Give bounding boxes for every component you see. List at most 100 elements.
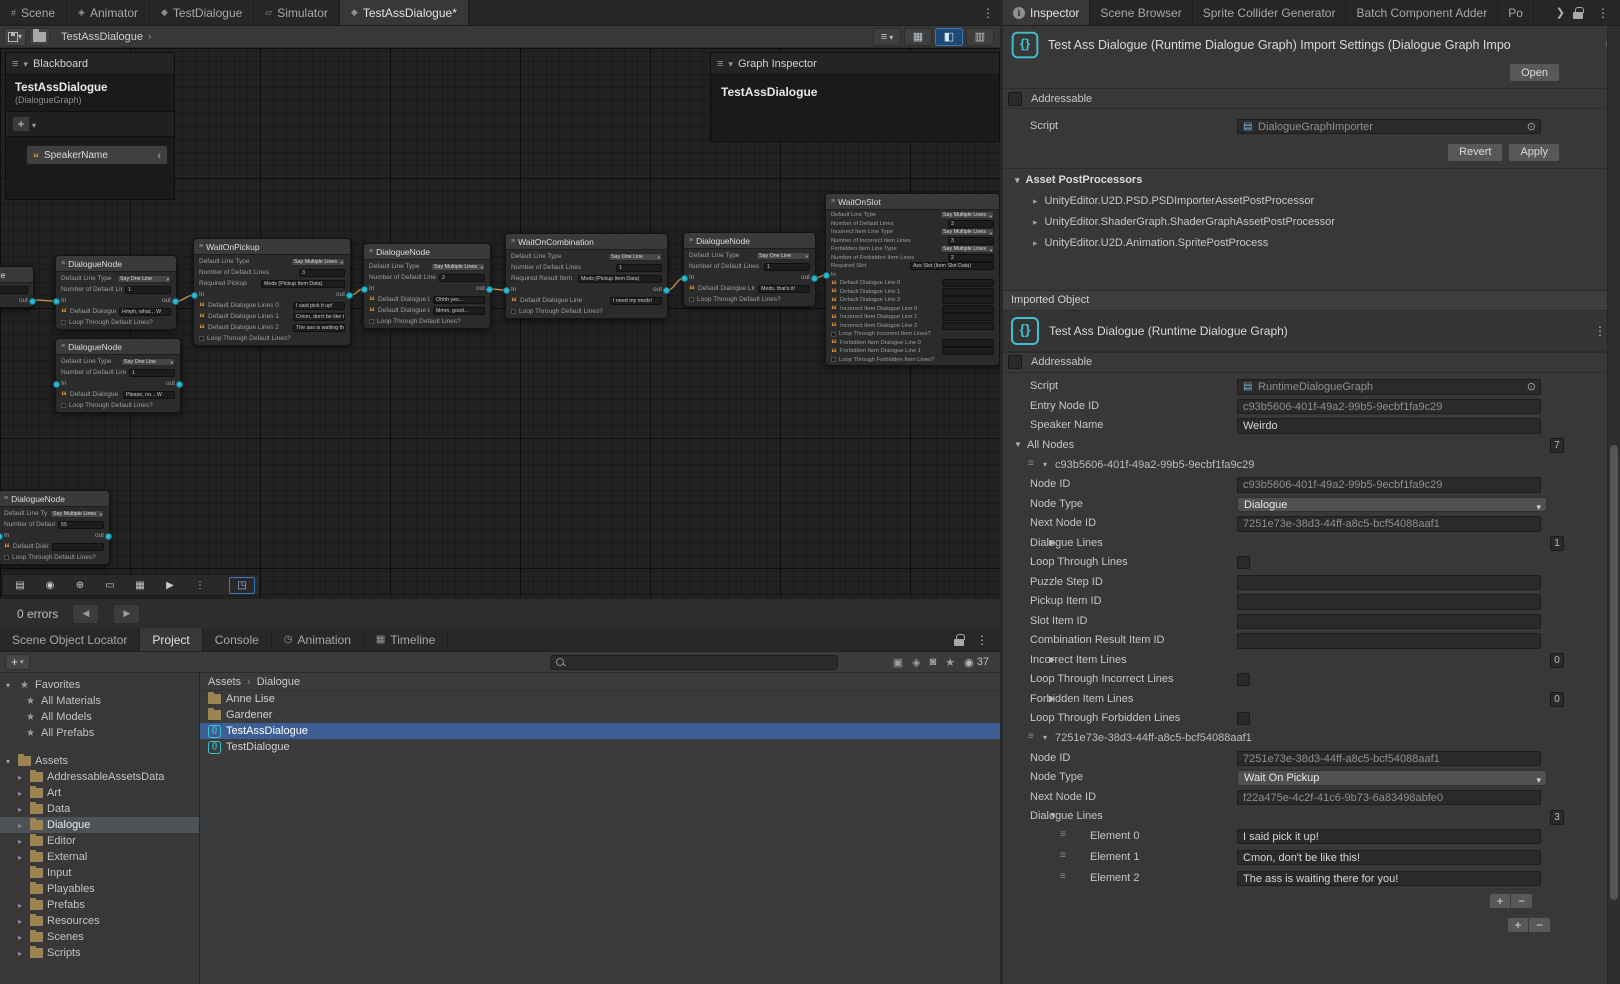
node-value-field[interactable]: Ohhh yes... xyxy=(433,296,485,304)
graph-inspector-header[interactable]: Graph Inspector xyxy=(711,53,999,75)
node-row[interactable]: Number of Default Lines 1 1 1 xyxy=(684,261,815,272)
window-icon[interactable]: ▭ xyxy=(97,577,123,594)
favorites-item[interactable]: All Prefabs xyxy=(0,725,199,741)
node-value-field[interactable]: 2 xyxy=(439,274,485,282)
node-value-field[interactable]: 1 xyxy=(129,369,175,377)
inspector-scrollbar[interactable] xyxy=(1607,26,1620,984)
node-row[interactable]: Number of Default Lines 1 1 1 xyxy=(56,284,176,295)
node-row[interactable]: Loop Through Incorrect Item Lines? xyxy=(826,330,999,339)
node-value-field[interactable] xyxy=(942,339,994,347)
row-checkbox[interactable] xyxy=(1237,712,1250,725)
array-size-field[interactable]: 0 xyxy=(1550,692,1564,707)
node-row[interactable]: Default Dialogue Line 2 xyxy=(826,296,999,305)
row-value-field[interactable]: f22a475e-4c2f-41c6-9b73-6a83498abfe0 xyxy=(1237,790,1541,806)
addressable-checkbox[interactable] xyxy=(1008,355,1022,369)
node-value-field[interactable]: 3 xyxy=(948,237,994,245)
node-value-field[interactable] xyxy=(0,286,28,294)
node-checkbox[interactable] xyxy=(831,357,836,362)
array-size-field[interactable]: 3 xyxy=(1550,810,1564,825)
tree-folder-item[interactable]: AddressableAssetsData xyxy=(0,769,199,785)
add-property-button[interactable]: + xyxy=(12,116,30,132)
node-value-field[interactable]: 1 xyxy=(616,264,662,272)
node-value-field[interactable] xyxy=(942,288,994,296)
node-title[interactable]: WaitOnPickup xyxy=(194,239,350,255)
foldout-arrow-icon[interactable] xyxy=(18,901,26,910)
node-row[interactable]: Incorrect Item Dialogue Line 1 xyxy=(826,313,999,322)
node-row[interactable]: Loop Through Default Lines? xyxy=(364,316,490,327)
blackboard-panel[interactable]: Blackboard TestAssDialogue (DialogueGrap… xyxy=(5,52,175,200)
node-title[interactable]: WaitOnCombination xyxy=(506,234,667,250)
drag-handle-icon[interactable] xyxy=(1060,829,1066,840)
node-row[interactable]: Number of Incorrect Item Lines 3 3 3 xyxy=(826,237,999,246)
scrollbar-thumb[interactable] xyxy=(1610,445,1618,900)
all-nodes-foldout[interactable]: ▼ All Nodes 7 xyxy=(1003,436,1620,456)
node-row[interactable]: Number of Default Lines 1 1 1 xyxy=(56,367,180,378)
add-element-button[interactable] xyxy=(1507,917,1529,933)
node-row[interactable]: Default Dialogue Lines 1 Mmm, good... Mm… xyxy=(364,305,490,316)
row-value-field[interactable] xyxy=(1237,614,1541,630)
node-dropdown[interactable]: Say Multiple Lines xyxy=(940,211,994,219)
node-value-field[interactable]: The ass is waiting there for you! xyxy=(293,324,345,332)
node-row[interactable]: Incorrect Item Dialogue Line 0 xyxy=(826,305,999,314)
bottom-tab[interactable]: Scene Object Locator xyxy=(0,628,140,651)
row-checkbox[interactable] xyxy=(1237,556,1250,569)
node-value-field[interactable] xyxy=(942,322,994,330)
graph-node[interactable]: DialogueNode Default Line Type Say One L… xyxy=(683,232,816,307)
inspector-tab[interactable]: Scene Browser xyxy=(1090,0,1192,25)
assets-root[interactable]: Assets xyxy=(0,753,199,769)
node-value-field[interactable]: I said pick it up! xyxy=(293,302,345,310)
foldout-arrow-icon[interactable] xyxy=(18,805,26,814)
remove-element-button[interactable] xyxy=(1529,917,1551,933)
foldout-arrow-icon[interactable] xyxy=(6,757,14,766)
node-value-field[interactable]: Meds (Pickup Item Data) xyxy=(261,280,345,288)
row-dropdown[interactable]: Dialogue xyxy=(1237,497,1547,513)
postprocessor-item[interactable]: UnityEditor.U2D.Animation.SpritePostProc… xyxy=(1003,233,1620,254)
tree-folder-item[interactable]: Prefabs xyxy=(0,897,199,913)
node-dropdown[interactable]: Say One Line xyxy=(756,252,810,260)
lock-icon[interactable] xyxy=(954,639,964,646)
row-dropdown[interactable]: Wait On Pickup xyxy=(1237,770,1547,786)
node-row[interactable]: Loop Through Default Lines? xyxy=(0,552,109,563)
node-value-field[interactable]: 3 xyxy=(299,269,345,277)
favorite-star-icon[interactable]: ★ xyxy=(945,656,955,669)
node-value-field[interactable]: I need my meds! xyxy=(610,297,662,305)
tree-folder-item[interactable]: Scenes xyxy=(0,929,199,945)
node-value-field[interactable]: 3 xyxy=(948,220,994,228)
node-value-field[interactable] xyxy=(942,296,994,304)
node-row[interactable]: Number of Default Lines 55 55 55 xyxy=(0,519,109,530)
collapse-arrow-icon[interactable] xyxy=(728,58,733,70)
node-row[interactable]: Required Result Item Meds (Pickup Item D… xyxy=(506,273,667,284)
node-row[interactable]: Default Dialogue Lines 2 The ass is wait… xyxy=(194,322,350,333)
breadcrumb-root[interactable]: Assets xyxy=(208,676,241,688)
row-value-field[interactable]: 7251e73e-38d3-44ff-a8c5-bcf54088aaf1 xyxy=(1237,751,1541,767)
node-row[interactable]: out out out xyxy=(0,295,33,306)
more-tabs-icon[interactable] xyxy=(1556,6,1565,19)
node-value-field[interactable] xyxy=(942,313,994,321)
node-row[interactable]: In out out out xyxy=(56,295,176,306)
foldout-arrow-icon[interactable] xyxy=(18,789,26,798)
node-checkbox[interactable] xyxy=(199,336,204,341)
inspector-tab[interactable]: Inspector xyxy=(1003,0,1090,25)
node-value-field[interactable]: Meds, that's it! xyxy=(758,285,810,293)
node-value-field[interactable]: 1 xyxy=(125,286,171,294)
node-row[interactable]: Declares xyxy=(0,284,33,295)
graph-node[interactable]: WaitOnCombination Default Line Type Say … xyxy=(505,233,668,319)
next-error-button[interactable]: ▶ xyxy=(113,604,140,624)
row-value-field[interactable] xyxy=(1237,575,1541,591)
node-value-field[interactable]: Cmon, don't be like this! xyxy=(293,313,345,321)
row-value-field[interactable] xyxy=(1237,594,1541,610)
foldout-arrow-icon[interactable] xyxy=(1043,460,1047,469)
inspector-tab[interactable]: Sprite Collider Generator xyxy=(1193,0,1347,25)
open-button[interactable]: Open xyxy=(1509,63,1560,82)
node-title[interactable]: DialogueNode xyxy=(56,339,180,355)
node-checkbox[interactable] xyxy=(61,403,66,408)
tree-folder-item[interactable]: Editor xyxy=(0,833,199,849)
node-row[interactable]: Default Dialogue Lines 1 Cmon, don't be … xyxy=(194,311,350,322)
node-title[interactable]: DialogueNode xyxy=(56,256,176,272)
apply-button[interactable]: Apply xyxy=(1508,143,1560,162)
node-row[interactable]: In out out out xyxy=(364,283,490,294)
save-asset-button[interactable] xyxy=(4,28,26,46)
save-dropdown-icon[interactable] xyxy=(18,31,22,42)
node-value-field[interactable]: Please, no... W xyxy=(123,391,175,399)
dialogue-graph-canvas[interactable]: StartNode Declares xyxy=(0,48,1000,598)
